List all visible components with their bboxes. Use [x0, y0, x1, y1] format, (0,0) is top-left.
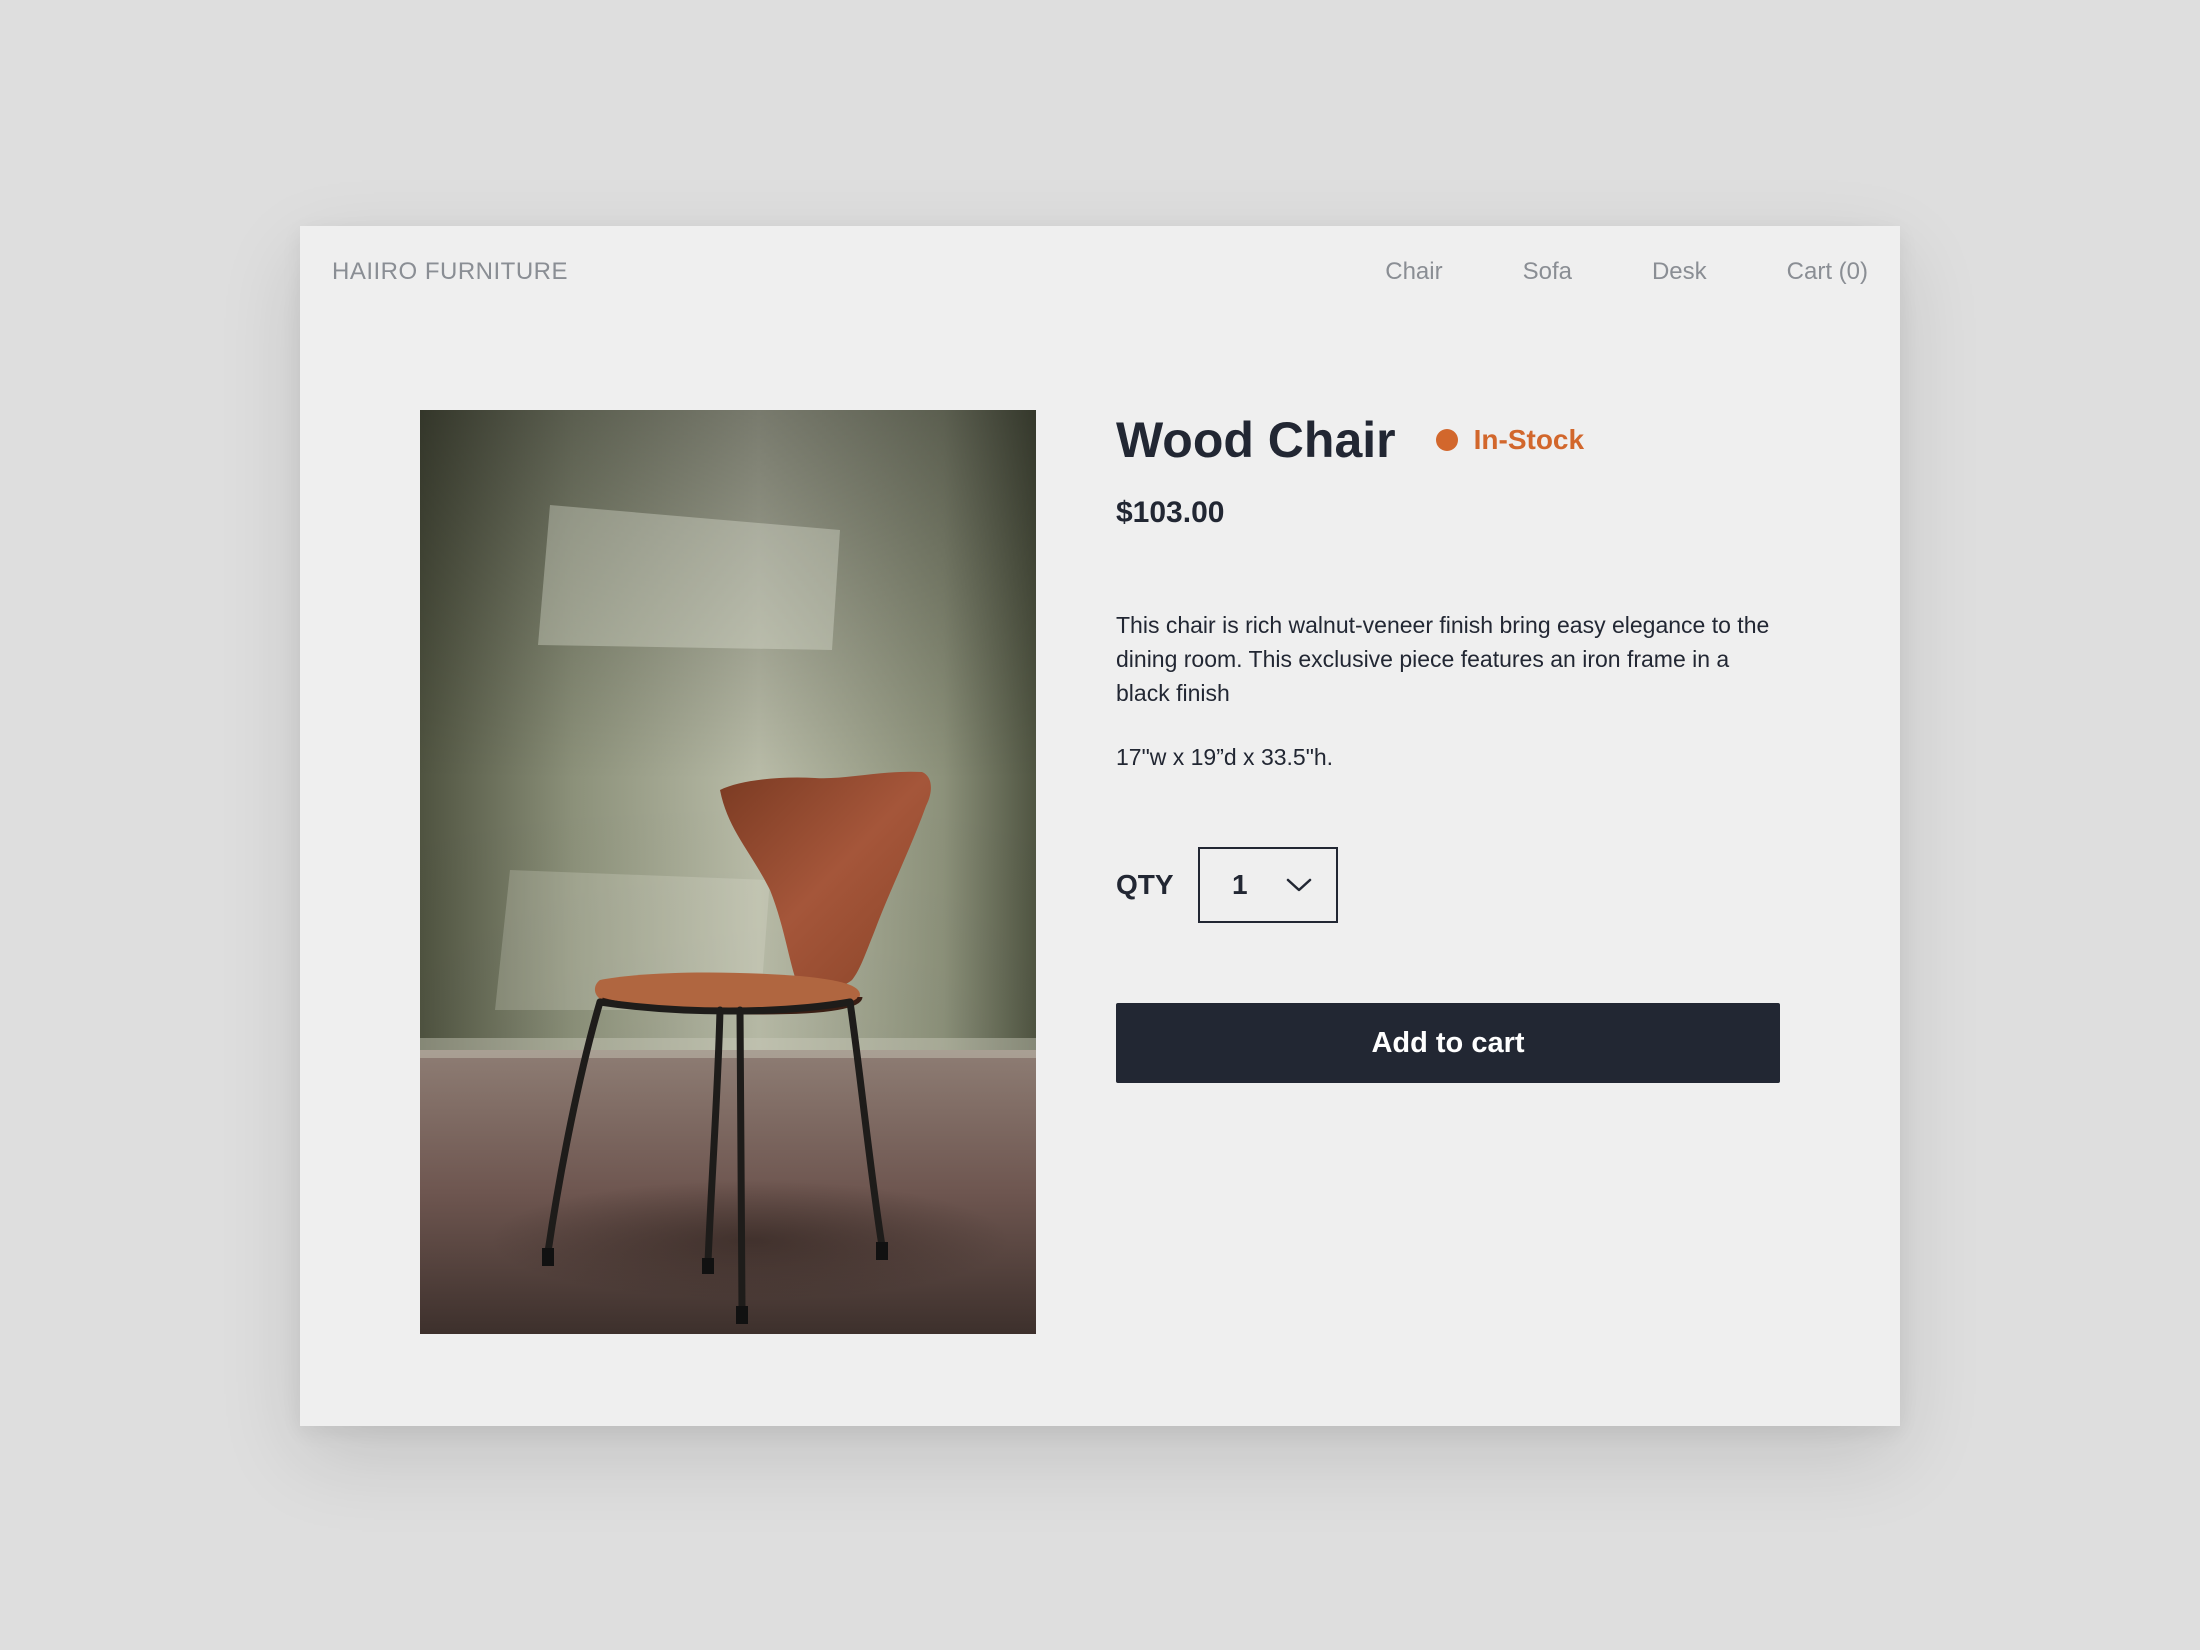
- main-nav: Chair Sofa Desk Cart (0): [1305, 258, 1868, 286]
- nav-link-cart[interactable]: Cart (0): [1787, 258, 1868, 286]
- product-image: [420, 410, 1036, 1334]
- stock-status-badge: In-Stock: [1435, 424, 1585, 456]
- brand-logo-text[interactable]: HAIIRO FURNITURE: [332, 258, 568, 286]
- nav-link-chair[interactable]: Chair: [1385, 258, 1442, 286]
- qty-label: QTY: [1116, 869, 1174, 900]
- stock-status-label: In-Stock: [1473, 424, 1585, 455]
- product-dimensions: 17"w x 19”d x 33.5"h.: [1116, 744, 1334, 770]
- nav-link-sofa[interactable]: Sofa: [1523, 258, 1572, 286]
- title-row: Wood Chair In-Stock: [1116, 410, 1780, 470]
- quantity-select[interactable]: 1: [1198, 847, 1338, 923]
- chair-photo-illustration: [420, 410, 1036, 1334]
- product-description: This chair is rich walnut-veneer finish …: [1116, 612, 1770, 706]
- product-info: Wood Chair In-Stock $103.00 This chair i…: [1116, 410, 1780, 1083]
- product-price: $103.00: [1116, 496, 1225, 529]
- add-to-cart-button[interactable]: Add to cart: [1116, 1003, 1780, 1083]
- nav-link-desk[interactable]: Desk: [1652, 258, 1707, 286]
- quantity-value: 1: [1232, 869, 1248, 900]
- product-page-window: HAIIRO FURNITURE Chair Sofa Desk Cart (0…: [300, 226, 1900, 1426]
- quantity-row: QTY 1: [1116, 847, 1780, 923]
- product-title: Wood Chair: [1116, 412, 1396, 468]
- status-dot-icon: [1435, 429, 1458, 451]
- chevron-down-icon: [1286, 878, 1312, 892]
